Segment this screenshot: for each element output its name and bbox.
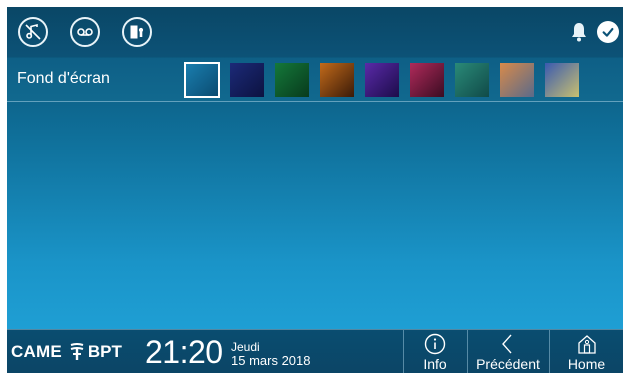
brand-symbol-icon [70, 343, 84, 360]
back-label: Précédent [476, 356, 540, 372]
wallpaper-swatch-3[interactable] [275, 63, 309, 97]
wallpaper-setting-row: Fond d'écran [7, 58, 623, 102]
date-full: 15 mars 2018 [231, 353, 311, 368]
answering-machine-icon[interactable] [70, 17, 100, 47]
info-icon [424, 333, 446, 355]
bell-icon[interactable] [570, 21, 588, 43]
wallpaper-label: Fond d'écran [17, 70, 110, 87]
wallpaper-swatch-6[interactable] [410, 63, 444, 97]
status-bar [7, 7, 623, 57]
brand-came: CAME [11, 342, 62, 361]
wallpaper-swatch-7[interactable] [455, 63, 489, 97]
info-button[interactable]: Info [404, 330, 466, 373]
wallpaper-swatch-2[interactable] [230, 63, 264, 97]
bottom-bar: CAME BPT 21:20 Jeudi 15 mars 2018 Info P… [7, 329, 623, 373]
back-button[interactable]: Précédent [468, 330, 548, 373]
wallpaper-swatch-4[interactable] [320, 63, 354, 97]
brand-bpt: BPT [87, 342, 122, 361]
clock-time: 21:20 [145, 334, 223, 370]
home-icon [577, 335, 596, 354]
brand-logo: CAME BPT [11, 340, 122, 364]
info-label: Info [423, 356, 447, 372]
do-not-disturb-icon[interactable] [18, 17, 48, 47]
home-button[interactable]: Home [550, 330, 623, 373]
wallpaper-swatch-5[interactable] [365, 63, 399, 97]
chevron-left-icon [502, 334, 512, 354]
wallpaper-swatch-1[interactable] [184, 62, 220, 98]
wallpaper-swatch-9[interactable] [545, 63, 579, 97]
check-icon[interactable] [597, 21, 619, 43]
home-label: Home [567, 356, 606, 372]
wallpaper-swatch-8[interactable] [500, 63, 534, 97]
screen: Fond d'écran CAME BPT 21:20 Jeudi 15 mar… [7, 7, 623, 373]
door-status-icon[interactable] [122, 17, 152, 47]
